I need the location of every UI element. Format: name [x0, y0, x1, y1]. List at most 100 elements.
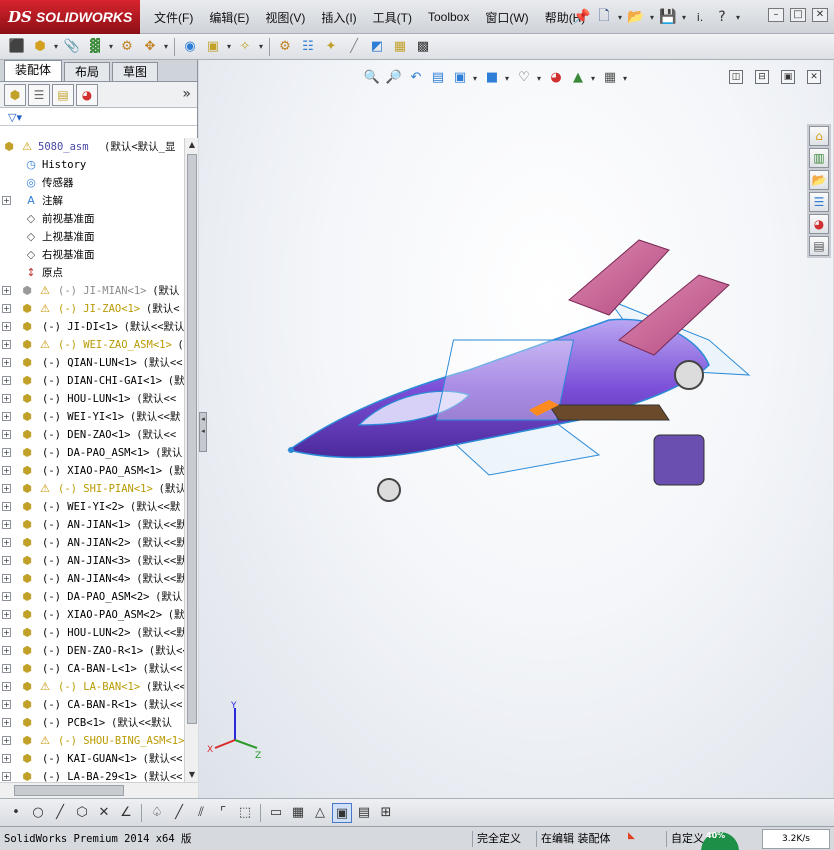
expand-toggle[interactable]: +	[2, 664, 11, 673]
trim-icon[interactable]: ✕	[94, 803, 114, 823]
expand-toggle[interactable]: +	[2, 322, 11, 331]
chevron-down-icon[interactable]: ▾	[616, 13, 624, 22]
tree-root[interactable]: ⬢ ⚠ 5080_asm (默认<默认_显	[0, 138, 184, 156]
display-manager-icon[interactable]: ◕	[76, 83, 98, 106]
tree-item-component[interactable]: + ⬢ ⚠ (-) JI-MIAN<1> (默认	[0, 282, 184, 300]
zoom-to-fit-icon[interactable]: 🔍	[363, 69, 381, 87]
insert-components-icon[interactable]: ⬛	[6, 36, 28, 58]
interference-detection-icon[interactable]: ◩	[366, 36, 388, 58]
point-icon[interactable]: •	[6, 803, 26, 823]
tree-item-component[interactable]: + ⬢ (-) LA-BA-29<1> (默认<<	[0, 768, 184, 782]
tree-item-component[interactable]: + ⬢ (-) DA-PAO_ASM<1> (默认	[0, 444, 184, 462]
chevron-down-icon[interactable]: ▾	[680, 13, 688, 22]
tree-item-component[interactable]: + ⬢ ⚠ (-) JI-ZAO<1> (默认<	[0, 300, 184, 318]
tree-vertical-scrollbar[interactable]: ▲ ▼	[184, 138, 198, 782]
reference-geometry-icon[interactable]: ✧	[234, 36, 256, 58]
help-question-icon[interactable]: ?	[712, 6, 732, 28]
plane-view-icon[interactable]: ▤	[354, 803, 374, 823]
instant3d-icon[interactable]: ▩	[412, 36, 434, 58]
tree-item-annotations[interactable]: + A 注解	[0, 192, 184, 210]
new-part-icon[interactable]: ⬢	[29, 36, 51, 58]
tree-item-component[interactable]: + ⬢ (-) DEN-ZAO-R<1> (默认<<	[0, 642, 184, 660]
view-palette-icon[interactable]: ☰	[809, 192, 829, 212]
shaded-view-icon[interactable]: ▣	[332, 802, 352, 823]
tree-item-component[interactable]: + ⬢ (-) HOU-LUN<1> (默认<<	[0, 390, 184, 408]
expand-toggle[interactable]: +	[2, 592, 11, 601]
expand-toggle[interactable]: +	[2, 412, 11, 421]
mate-icon[interactable]: 📎	[61, 36, 83, 58]
assembly-features-icon[interactable]: ▣	[202, 36, 224, 58]
solidworks-logo[interactable]: DS SOLIDWORKS	[0, 0, 140, 34]
close-document-icon[interactable]: ✕	[807, 70, 821, 84]
edit-appearance-icon[interactable]: ◕	[547, 69, 565, 87]
close-icon[interactable]: ✕	[812, 8, 828, 22]
tree-item-component[interactable]: + ⬢ ⚠ (-) WEI-ZAO_ASM<1> (	[0, 336, 184, 354]
appearances-scenes-icon[interactable]: ◕	[809, 214, 829, 234]
new-motion-study-icon[interactable]: ⚙	[274, 36, 296, 58]
expand-toggle[interactable]: +	[2, 430, 11, 439]
feature-manager-icon[interactable]: ⬢	[4, 83, 26, 106]
tree-item-component[interactable]: + ⬢ (-) XIAO-PAO_ASM<2> (默	[0, 606, 184, 624]
file-explorer-icon[interactable]: 📂	[809, 170, 829, 190]
mirror-icon[interactable]: ⫽	[191, 803, 211, 823]
chevron-down-icon[interactable]: ▾	[257, 42, 265, 51]
custom-properties-icon[interactable]: ▤	[809, 236, 829, 256]
expand-toggle[interactable]: +	[2, 754, 11, 763]
polygon-icon[interactable]: ⬡	[72, 803, 92, 823]
chevron-down-icon[interactable]: ▾	[537, 74, 543, 83]
configuration-manager-icon[interactable]: ▤	[52, 83, 74, 106]
view-orientation-icon[interactable]: ▣	[451, 69, 469, 87]
expand-toggle[interactable]: +	[2, 286, 11, 295]
chevron-down-icon[interactable]: ▾	[473, 74, 479, 83]
expand-toggle[interactable]: +	[2, 574, 11, 583]
angle-icon[interactable]: ∠	[116, 803, 136, 823]
chevron-down-icon[interactable]: ▾	[107, 42, 115, 51]
tree-horizontal-scrollbar[interactable]	[0, 782, 198, 798]
dimension-xy-icon[interactable]: ▭	[266, 803, 286, 823]
show-hidden-components-icon[interactable]: ◉	[179, 36, 201, 58]
tab-sketch[interactable]: 草图	[112, 62, 159, 81]
chevron-down-icon[interactable]: ▾	[505, 74, 511, 83]
bill-of-materials-icon[interactable]: ☷	[297, 36, 319, 58]
expand-panel-icon[interactable]: »	[182, 86, 191, 102]
display-style-icon[interactable]: ■	[483, 69, 501, 87]
tree-item-component[interactable]: + ⬢ (-) AN-JIAN<1> (默认<<默	[0, 516, 184, 534]
property-manager-icon[interactable]: ☰	[28, 83, 50, 106]
linear-pattern-icon[interactable]: ▓	[84, 36, 106, 58]
menu-window[interactable]: 窗口(W)	[477, 9, 536, 26]
tree-item-component[interactable]: + ⬢ (-) DEN-ZAO<1> (默认<<	[0, 426, 184, 444]
tree-item-component[interactable]: + ⬢ ⚠ (-) SHOU-BING_ASM<1>	[0, 732, 184, 750]
scroll-thumb[interactable]	[187, 154, 197, 724]
chevron-down-icon[interactable]: ▾	[734, 13, 742, 22]
save-icon[interactable]: 💾	[658, 6, 678, 28]
tree-item-component[interactable]: + ⬢ ⚠ (-) SHI-PIAN<1> (默认	[0, 480, 184, 498]
panel-collapse-handle[interactable]: ◂ ◂	[199, 412, 207, 452]
tree-item-component[interactable]: + ⬢ (-) DA-PAO_ASM<2> (默认	[0, 588, 184, 606]
tree-item-component[interactable]: + ⬢ (-) AN-JIAN<2> (默认<<默	[0, 534, 184, 552]
corner-icon[interactable]: ⌜	[213, 803, 233, 823]
scroll-up-icon[interactable]: ▲	[186, 138, 198, 152]
expand-toggle[interactable]: +	[2, 556, 11, 565]
graphics-area[interactable]: ◂ ◂ 🔍 🔎 ↶ ▤ ▣ ▾ ■ ▾ ♡ ▾ ◕ ▲ ▾ ▦ ▾ ◫ ⊟ ▣ ✕…	[199, 60, 833, 798]
expand-toggle[interactable]: +	[2, 466, 11, 475]
expand-toggle[interactable]: +	[2, 376, 11, 385]
hide-show-items-icon[interactable]: ♡	[515, 69, 533, 87]
expand-toggle[interactable]: +	[2, 484, 11, 493]
tree-item-component[interactable]: + ⬢ (-) HOU-LUN<2> (默认<<默	[0, 624, 184, 642]
chevron-down-icon[interactable]: ▾	[162, 42, 170, 51]
tree-item-front-plane[interactable]: ◇ 前视基准面	[0, 210, 184, 228]
menu-tools[interactable]: 工具(T)	[365, 9, 420, 26]
model-3d-view[interactable]	[279, 220, 779, 520]
tree-item-top-plane[interactable]: ◇ 上视基准面	[0, 228, 184, 246]
section-view-icon[interactable]: ▤	[429, 69, 447, 87]
tree-item-component[interactable]: + ⬢ (-) AN-JIAN<4> (默认<<默	[0, 570, 184, 588]
tree-item-history[interactable]: ◷ History	[0, 156, 184, 174]
pin-icon[interactable]: 📌	[572, 6, 592, 28]
clearance-verification-icon[interactable]: ▦	[389, 36, 411, 58]
smart-dimension-icon[interactable]: ♤	[147, 803, 167, 823]
scroll-thumb[interactable]	[14, 785, 124, 796]
chevron-down-icon[interactable]: ▾	[52, 42, 60, 51]
expand-toggle[interactable]: +	[2, 736, 11, 745]
zoom-to-area-icon[interactable]: 🔎	[385, 69, 403, 87]
exploded-view-icon[interactable]: ✦	[320, 36, 342, 58]
